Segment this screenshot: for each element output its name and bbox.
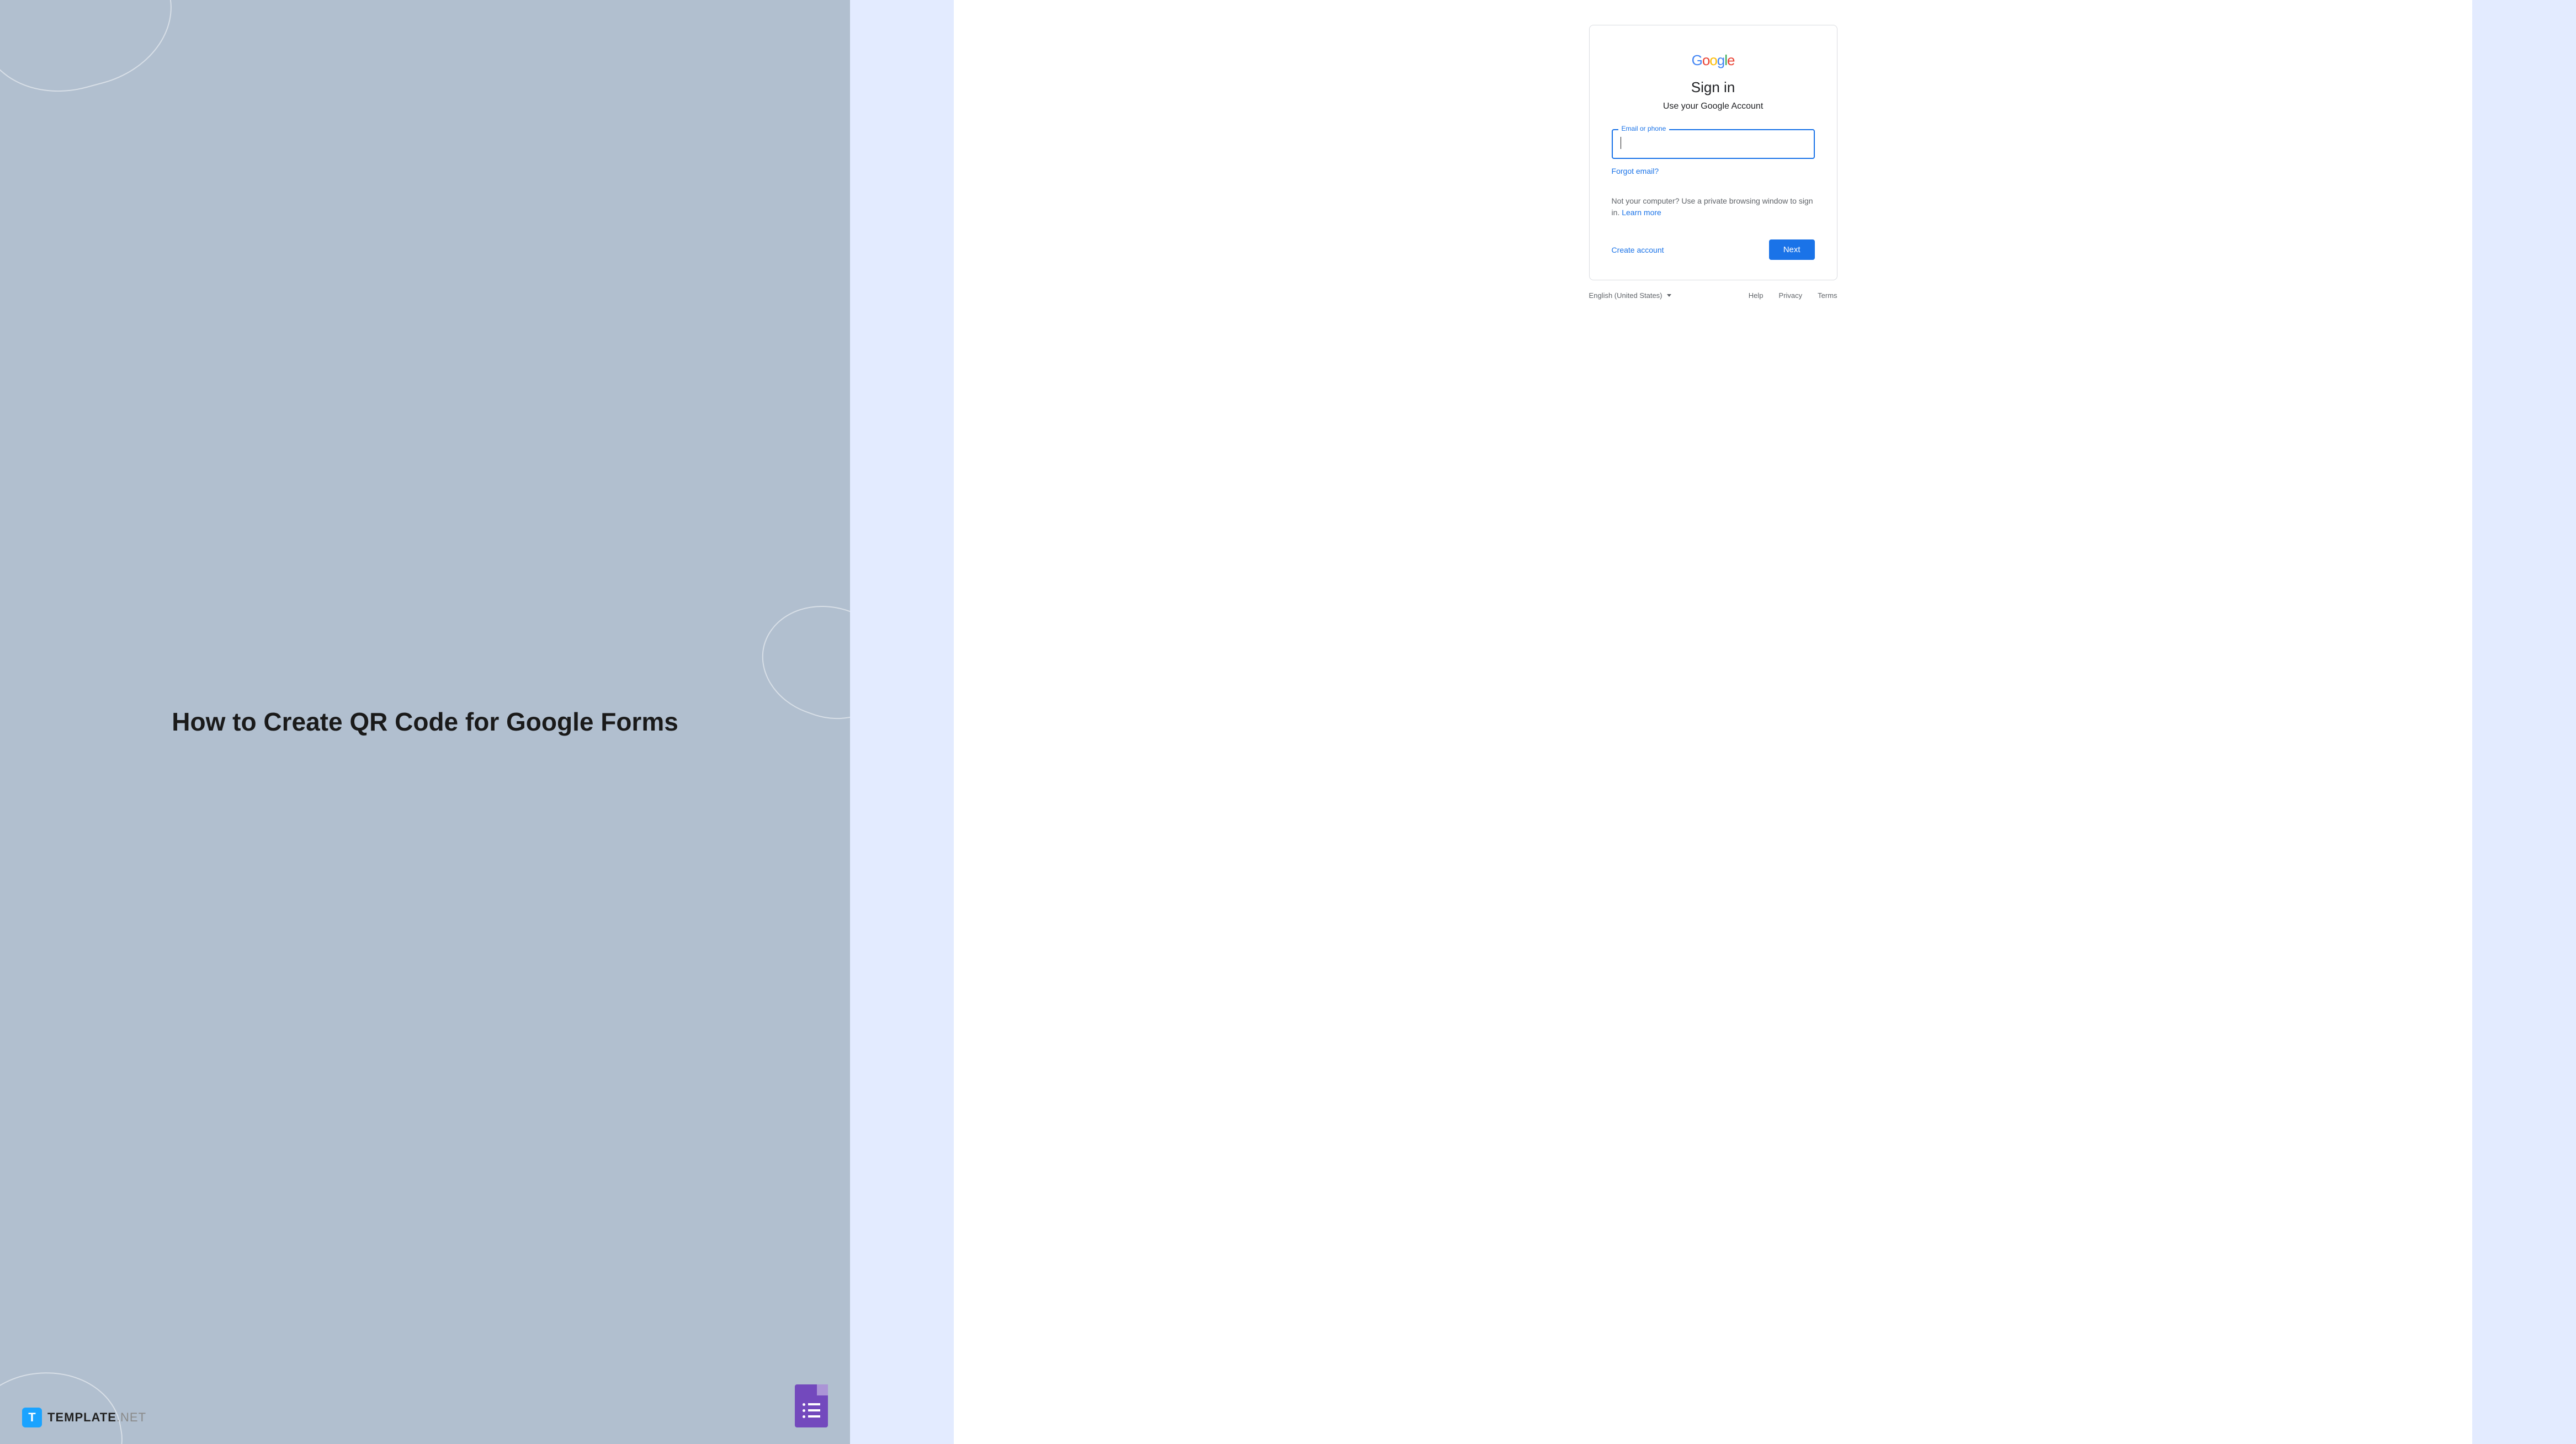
language-selector[interactable]: English (United States) — [1589, 291, 1671, 300]
forgot-email-link[interactable]: Forgot email? — [1612, 167, 1659, 175]
help-link[interactable]: Help — [1749, 291, 1764, 300]
footer-row: English (United States) Help Privacy Ter… — [1589, 291, 1837, 300]
footer-links: Help Privacy Terms — [1749, 291, 1837, 300]
language-label: English (United States) — [1589, 291, 1663, 300]
brand-bold: TEMPLATE — [47, 1410, 116, 1424]
signin-subheading: Use your Google Account — [1612, 102, 1815, 111]
signin-container: Google Sign in Use your Google Account E… — [954, 0, 2473, 1444]
action-row: Create account Next — [1612, 239, 1815, 260]
learn-more-link[interactable]: Learn more — [1622, 208, 1661, 217]
email-input[interactable] — [1612, 129, 1815, 159]
page-title: How to Create QR Code for Google Forms — [22, 700, 828, 744]
right-panel: Google Sign in Use your Google Account E… — [850, 0, 2576, 1444]
decorative-shape — [0, 0, 188, 111]
email-input-wrap: Email or phone — [1612, 129, 1815, 159]
brand-row: T TEMPLATE.NET — [22, 1384, 828, 1427]
privacy-link[interactable]: Privacy — [1779, 291, 1803, 300]
signin-card: Google Sign in Use your Google Account E… — [1589, 25, 1837, 280]
create-account-link[interactable]: Create account — [1612, 246, 1664, 254]
next-button[interactable]: Next — [1769, 239, 1815, 260]
google-logo: Google — [1612, 52, 1815, 69]
brand-grey: .NET — [116, 1410, 146, 1424]
left-panel: How to Create QR Code for Google Forms T… — [0, 0, 850, 1444]
template-icon: T — [22, 1408, 42, 1427]
chevron-down-icon — [1667, 294, 1671, 297]
brand-logo: T TEMPLATE.NET — [22, 1408, 146, 1427]
terms-link[interactable]: Terms — [1818, 291, 1837, 300]
signin-heading: Sign in — [1612, 79, 1815, 96]
guest-mode-text: Not your computer? Use a private browsin… — [1612, 195, 1815, 219]
brand-text: TEMPLATE.NET — [47, 1410, 146, 1425]
google-forms-icon — [795, 1384, 828, 1427]
email-input-label: Email or phone — [1618, 125, 1670, 132]
